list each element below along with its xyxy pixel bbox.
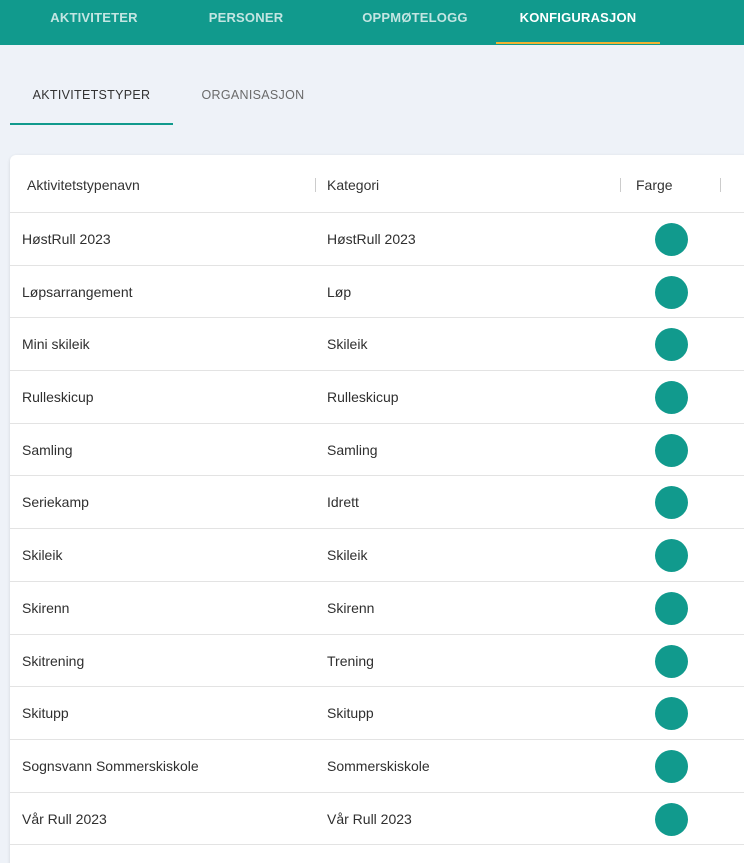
table-row[interactable]: Sognsvann Sommerskiskole Sommerskiskole [10,740,744,793]
cell-activity-type-name: Skirenn [22,599,70,616]
table-row[interactable]: Skitupp Skitupp [10,687,744,740]
cell-activity-type-name: Skileik [22,547,63,564]
tab-organisasjon[interactable]: ORGANISASJON [188,88,318,125]
cell-activity-type-name: Samling [22,441,73,458]
cell-activity-type-name: Seriekamp [22,494,89,511]
table-row[interactable]: Rulleskicup Rulleskicup [10,371,744,424]
color-swatch [655,591,688,625]
activity-types-table: Aktivitetstypenavn Kategori Farge HøstRu… [10,155,744,863]
cell-category: Trening [327,652,374,669]
table-row[interactable]: HøstRull 2023 HøstRull 2023 [10,213,744,266]
cell-activity-type-name: Skitrening [22,652,85,669]
cell-category: Rulleskicup [327,389,399,406]
table-row[interactable]: Skileik Skileik [10,529,744,582]
cell-category: Skileik [327,336,368,353]
nav-tab-personer[interactable]: PERSONER [200,10,292,44]
table-row[interactable]: Seriekamp Idrett [10,476,744,530]
tab-aktivitetstyper[interactable]: AKTIVITETSTYPER [10,88,173,125]
table-body: HøstRull 2023 HøstRull 2023 Løpsarrangemen… [10,213,744,846]
table-row[interactable]: Samling Samling [10,424,744,477]
cell-activity-type-name: Mini skileik [22,336,90,353]
color-swatch [655,275,688,309]
color-swatch [655,381,688,415]
cell-activity-type-name: Skitupp [22,705,69,722]
cell-activity-type-name: Løpsarrangement [22,283,133,300]
column-header-category[interactable]: Kategori [327,177,379,193]
color-swatch [655,749,688,783]
nav-tab-oppmotelogg[interactable]: OPPMØTELOGG [355,10,475,44]
table-row[interactable]: Mini skileik Skileik [10,318,744,372]
column-separator[interactable] [620,178,621,192]
cell-category: HøstRull 2023 [327,231,416,247]
cell-category: Samling [327,441,378,458]
column-header-name[interactable]: Aktivitetstypenavn [27,177,140,193]
color-swatch [655,539,688,573]
color-swatch [655,328,688,362]
table-row[interactable]: Løpsarrangement Løp [10,266,744,319]
cell-activity-type-name: HøstRull 2023 [22,231,111,247]
table-header: Aktivitetstypenavn Kategori Farge [10,155,744,213]
nav-tab-aktiviteter[interactable]: AKTIVITETER [48,10,140,44]
cell-category: Sommerskiskole [327,757,430,774]
color-swatch [655,223,688,256]
table-row[interactable]: Skitrening Trening [10,635,744,688]
cell-activity-type-name: Rulleskicup [22,389,94,406]
column-header-color[interactable]: Farge [636,177,673,193]
nav-tab-konfigurasjon[interactable]: KONFIGURASJON [496,10,660,44]
cell-category: Skirenn [327,599,375,616]
table-row[interactable]: Skirenn Skirenn [10,582,744,635]
color-swatch [655,644,688,678]
cell-category: Løp [327,283,352,300]
table-row[interactable]: Vår Rull 2023 Vår Rull 2023 [10,793,744,846]
cell-activity-type-name: Vår Rull 2023 [22,810,107,827]
color-swatch [655,802,688,836]
sub-tab-bar: AKTIVITETSTYPER ORGANISASJON [0,70,744,130]
cell-category: Skitupp [327,705,374,722]
cell-activity-type-name: Sognsvann Sommerskiskole [22,757,199,774]
column-separator[interactable] [720,178,721,192]
cell-category: Skileik [327,547,368,564]
color-swatch [655,486,688,520]
color-swatch [655,697,688,731]
color-swatch [655,433,688,467]
column-separator[interactable] [315,178,316,192]
cell-category: Vår Rull 2023 [327,810,412,827]
top-nav-bar: AKTIVITETER PERSONER OPPMØTELOGG KONFIGU… [0,0,744,45]
cell-category: Idrett [327,494,359,511]
